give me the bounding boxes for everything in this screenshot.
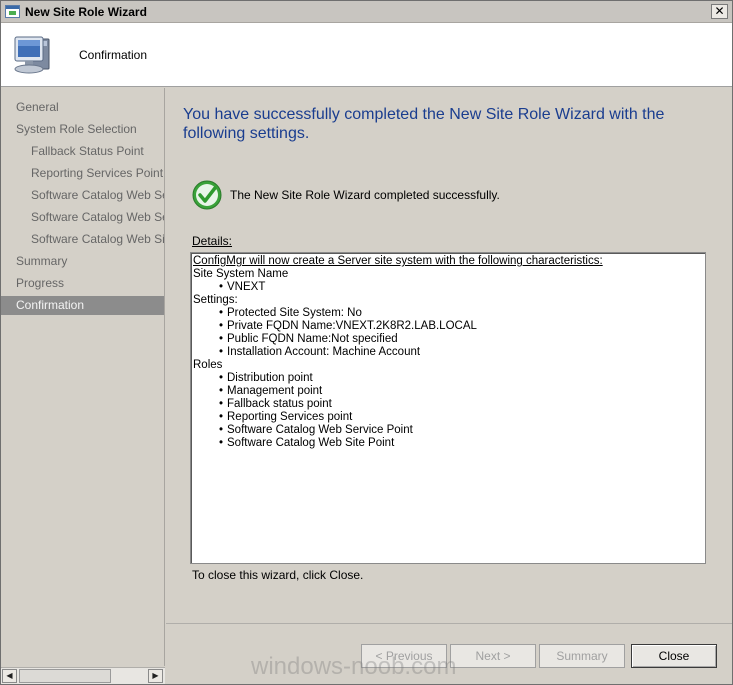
close-button[interactable]: Close (631, 644, 717, 668)
computer-icon (14, 36, 50, 74)
roles-heading: Roles (193, 359, 223, 371)
scroll-left-icon[interactable]: ◀ (2, 669, 17, 683)
list-item: Software Catalog Web Site Point (193, 437, 703, 450)
nav-item-confirmation[interactable]: Confirmation (1, 296, 164, 315)
nav-item-summary[interactable]: Summary (1, 252, 164, 271)
list-item: Reporting Services point (193, 411, 703, 424)
settings-heading: Settings: (193, 294, 238, 306)
wizard-window: New Site Role Wizard ✕ Confirmation Gene… (0, 0, 733, 685)
list-item: Public FQDN Name:Not specified (193, 333, 703, 346)
list-item: Private FQDN Name:VNEXT.2K8R2.LAB.LOCAL (193, 320, 703, 333)
page-title: Confirmation (79, 48, 148, 62)
header-band: Confirmation (1, 23, 732, 87)
wizard-nav: General System Role Selection Fallback S… (1, 88, 165, 666)
list-item: Software Catalog Web Service Point (193, 424, 703, 437)
nav-horizontal-scrollbar[interactable]: ◀ ▶ (1, 667, 165, 684)
main-panel: You have successfully completed the New … (166, 88, 732, 622)
scroll-thumb[interactable] (19, 669, 111, 683)
list-item: Fallback status point (193, 398, 703, 411)
nav-item-progress[interactable]: Progress (1, 274, 164, 293)
list-item: VNEXT (193, 281, 703, 294)
title-bar: New Site Role Wizard ✕ (1, 1, 732, 23)
scroll-right-icon[interactable]: ▶ (148, 669, 163, 683)
previous-button[interactable]: < Previous (361, 644, 447, 668)
summary-button[interactable]: Summary (539, 644, 625, 668)
completion-headline: You have successfully completed the New … (183, 106, 665, 142)
list-item: Installation Account: Machine Account (193, 346, 703, 359)
nav-item-reporting-services-point[interactable]: Reporting Services Point (1, 164, 164, 183)
list-item: Distribution point (193, 372, 703, 385)
button-bar: < Previous Next > Summary Close (166, 623, 732, 684)
nav-item-software-catalog-web-service-2[interactable]: Software Catalog Web Ser (1, 208, 164, 227)
nav-item-software-catalog-web-service[interactable]: Software Catalog Web Ser (1, 186, 164, 205)
details-intro: ConfigMgr will now create a Server site … (193, 255, 603, 267)
next-button[interactable]: Next > (450, 644, 536, 668)
window-title: New Site Role Wizard (25, 5, 147, 19)
close-hint-text: To close this wizard, click Close. (192, 568, 364, 582)
close-window-button[interactable]: ✕ (711, 4, 728, 19)
details-textbox[interactable]: ConfigMgr will now create a Server site … (190, 252, 706, 564)
nav-item-fallback-status-point[interactable]: Fallback Status Point (1, 142, 164, 161)
list-item: Management point (193, 385, 703, 398)
nav-item-software-catalog-web-site[interactable]: Software Catalog Web Site (1, 230, 164, 249)
nav-item-general[interactable]: General (1, 98, 164, 117)
green-check-icon (192, 180, 222, 210)
app-icon (5, 5, 20, 18)
list-item: Protected Site System: No (193, 307, 703, 320)
site-system-heading: Site System Name (193, 268, 289, 280)
details-label: Details: (192, 234, 233, 248)
nav-item-system-role-selection[interactable]: System Role Selection (1, 120, 164, 139)
status-text: The New Site Role Wizard completed succe… (230, 188, 500, 202)
